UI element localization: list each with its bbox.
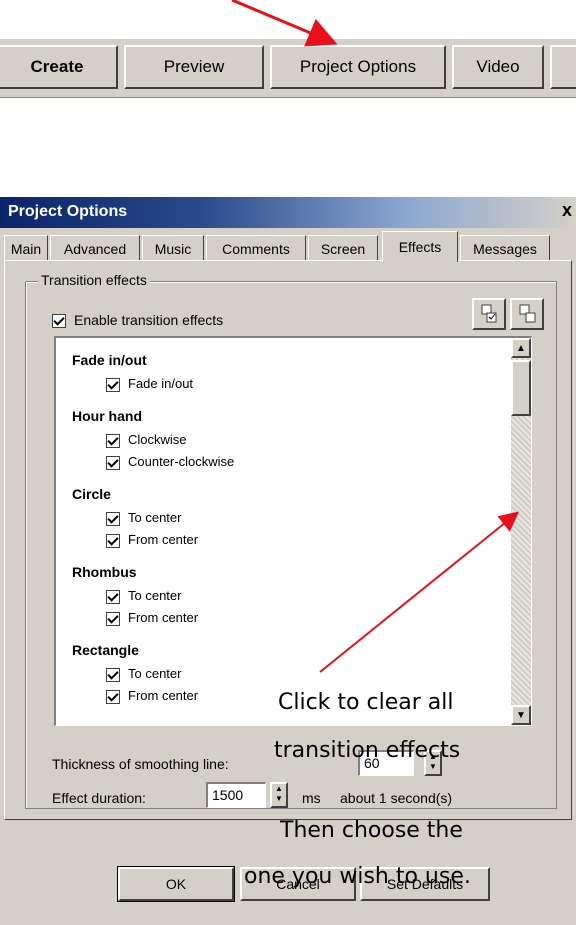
tab-advanced[interactable]: Advanced [50, 235, 140, 261]
main-toolbar: Create Preview Project Options Video [0, 38, 576, 98]
select-all-icon [481, 304, 497, 323]
enable-transitions-checkbox[interactable] [52, 314, 66, 329]
category-rhombus: Rhombus [72, 564, 137, 580]
arrow-to-project-options-icon [231, 0, 338, 47]
list-item[interactable]: Clockwise [106, 432, 187, 448]
tab-screen[interactable]: Screen [308, 235, 378, 261]
transition-list[interactable]: Fade in/out Fade in/out Hour hand Clockw… [54, 336, 532, 726]
item-label: Clockwise [128, 432, 187, 447]
transition-effects-group: Transition effects Enable transition eff… [25, 272, 557, 809]
dialog-titlebar: Project Options x [0, 197, 576, 228]
item-label: Fade in/out [128, 376, 194, 391]
item-label: Counter-clockwise [128, 454, 235, 469]
tab-messages[interactable]: Messages [460, 235, 550, 261]
clear-all-button[interactable] [510, 298, 544, 330]
category-rectangle: Rectangle [72, 642, 139, 658]
annotation-line-4: one you wish to use. [244, 864, 471, 889]
item-label: To center [128, 588, 182, 603]
group-label: Transition effects [38, 272, 150, 288]
next-toolbar-button[interactable] [550, 45, 576, 89]
annotation-line-2: transition effects [274, 738, 461, 763]
scroll-down-icon[interactable]: ▼ [511, 705, 531, 725]
list-item[interactable]: From center [106, 532, 198, 548]
tab-effects[interactable]: Effects [382, 231, 458, 262]
project-options-dialog: Project Options x Main Advanced Music Co… [0, 197, 576, 925]
thickness-label: Thickness of smoothing line: [52, 756, 229, 772]
tab-main[interactable]: Main [4, 235, 48, 261]
item-checkbox[interactable] [106, 533, 120, 548]
item-checkbox[interactable] [106, 433, 120, 448]
enable-transitions-label: Enable transition effects [74, 312, 224, 328]
effects-panel: Transition effects Enable transition eff… [4, 260, 572, 820]
item-label: From center [128, 610, 199, 625]
item-checkbox[interactable] [106, 689, 120, 704]
duration-label: Effect duration: [52, 790, 146, 806]
annotation-line-3: Then choose the [280, 818, 463, 843]
create-button[interactable]: Create [0, 45, 118, 89]
item-label: From center [128, 688, 199, 703]
ok-button[interactable]: OK [117, 866, 235, 902]
video-button[interactable]: Video [452, 45, 544, 89]
list-item[interactable]: To center [106, 666, 181, 682]
scroll-up-icon[interactable]: ▲ [511, 338, 531, 358]
select-all-button[interactable] [472, 298, 506, 330]
list-item[interactable]: Counter-clockwise [106, 454, 234, 470]
list-item[interactable]: From center [106, 610, 198, 626]
list-item[interactable]: To center [106, 510, 181, 526]
item-checkbox[interactable] [106, 511, 120, 526]
item-checkbox[interactable] [106, 589, 120, 604]
item-label: To center [128, 510, 182, 525]
list-item[interactable]: Fade in/out [106, 376, 193, 392]
duration-unit: ms [302, 790, 321, 806]
tab-comments[interactable]: Comments [206, 235, 306, 261]
item-checkbox[interactable] [106, 667, 120, 682]
item-label: From center [128, 532, 199, 547]
duration-stepper[interactable]: ▲ ▼ [270, 782, 288, 808]
duration-field[interactable]: 1500 [206, 782, 266, 808]
enable-transitions-row[interactable]: Enable transition effects [52, 312, 224, 329]
clear-all-icon [519, 304, 536, 323]
project-options-button[interactable]: Project Options [270, 45, 446, 89]
preview-button[interactable]: Preview [124, 45, 264, 89]
close-icon[interactable]: x [562, 200, 572, 221]
dialog-title: Project Options [8, 203, 128, 220]
scroll-thumb[interactable] [511, 360, 531, 416]
item-checkbox[interactable] [106, 455, 120, 470]
item-checkbox[interactable] [106, 377, 120, 392]
list-item[interactable]: To center [106, 588, 181, 604]
category-hour-hand: Hour hand [72, 408, 142, 424]
tab-music[interactable]: Music [142, 235, 204, 261]
list-scrollbar[interactable]: ▲ ▼ [511, 338, 531, 725]
annotation-line-1: Click to clear all [278, 690, 454, 715]
item-checkbox[interactable] [106, 611, 120, 626]
tab-strip: Main Advanced Music Comments Screen Effe… [4, 231, 572, 262]
category-circle: Circle [72, 486, 111, 502]
item-label: To center [128, 666, 182, 681]
category-fade: Fade in/out [72, 352, 147, 368]
duration-note: about 1 second(s) [340, 790, 453, 806]
list-item[interactable]: From center [106, 688, 198, 704]
